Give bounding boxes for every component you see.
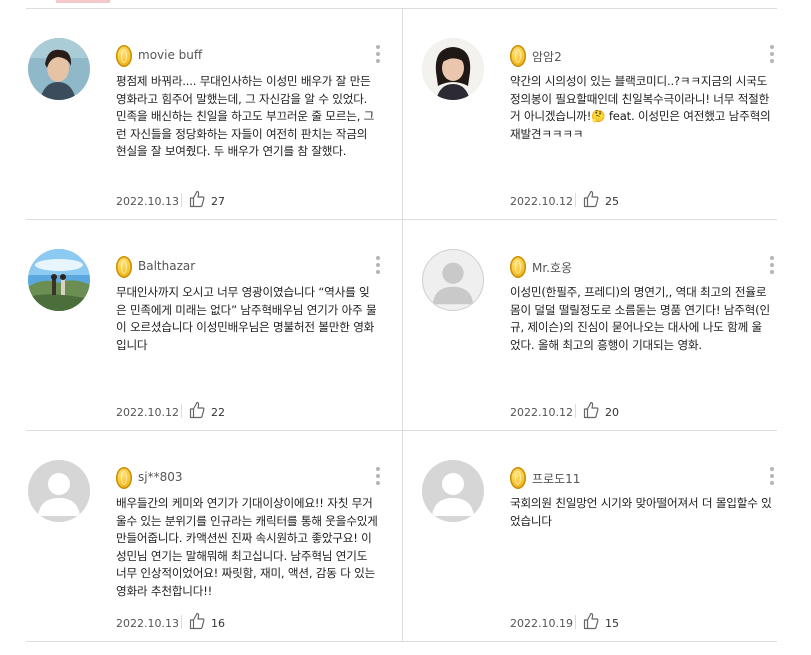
like-count: 25 [605, 195, 619, 208]
thumbs-up-icon[interactable] [189, 612, 205, 630]
review-text: 국회의원 친일망언 시기와 맞아떨어져서 더 몰입할수 있었습니다 [510, 496, 772, 528]
thumbs-up-icon[interactable] [583, 612, 599, 630]
gold-coin-icon [116, 467, 132, 489]
more-vertical-icon[interactable] [375, 467, 381, 487]
avatar[interactable] [422, 249, 484, 311]
gold-coin-icon [510, 45, 526, 67]
more-vertical-icon[interactable] [375, 256, 381, 276]
review-date: 2022.10.19 [510, 617, 573, 630]
separator [575, 615, 576, 629]
nickname[interactable]: Mr.호옹 [532, 259, 572, 276]
avatar[interactable] [28, 249, 90, 311]
like-count: 20 [605, 406, 619, 419]
more-vertical-icon[interactable] [769, 256, 775, 276]
review-text: 약간의 시의성이 있는 블랙코미디..?ㅋㅋ지금의 시국도 정의봉이 필요할때인… [510, 74, 771, 141]
column-divider [402, 8, 403, 641]
nickname[interactable]: sj**803 [138, 470, 183, 484]
active-tab-indicator [56, 0, 110, 3]
avatar[interactable] [28, 460, 90, 522]
review-date: 2022.10.12 [510, 195, 573, 208]
nickname[interactable]: Balthazar [138, 259, 195, 273]
gold-coin-icon [510, 467, 526, 489]
gold-coin-icon [116, 256, 132, 278]
thumbs-up-icon[interactable] [189, 190, 205, 208]
thumbs-up-icon[interactable] [583, 190, 599, 208]
gold-coin-icon [510, 256, 526, 278]
like-count: 15 [605, 617, 619, 630]
nickname[interactable]: 암암2 [532, 48, 562, 65]
separator [181, 615, 182, 629]
more-vertical-icon[interactable] [769, 467, 775, 487]
more-vertical-icon[interactable] [769, 45, 775, 65]
separator [181, 404, 182, 418]
more-vertical-icon[interactable] [375, 45, 381, 65]
review-card: movie buff 평점제 바꿔라.... 무대인사하는 이성민 배우가 잘 … [26, 15, 401, 225]
review-text: 배우들간의 케미와 연기가 기대이상이에요!! 자칫 무거울수 있는 분위기를 … [116, 496, 378, 598]
review-date: 2022.10.12 [116, 406, 179, 419]
like-count: 27 [211, 195, 225, 208]
separator [575, 193, 576, 207]
review-text: 평점제 바꿔라.... 무대인사하는 이성민 배우가 잘 만든 영화라고 힘주어… [116, 74, 375, 158]
review-card: 암암2 약간의 시의성이 있는 블랙코미디..?ㅋㅋ지금의 시국도 정의봉이 필… [420, 15, 795, 225]
review-card: Mr.호옹 이성민(한필주, 프레디)의 명연기,, 역대 최고의 전율로 몸이… [420, 226, 795, 436]
separator [575, 404, 576, 418]
review-text: 무대인사까지 오시고 너무 영광이였습니다 “역사를 잊은 민족에게 미래는 없… [116, 285, 377, 352]
thumbs-up-icon[interactable] [189, 401, 205, 419]
review-text: 이성민(한필주, 프레디)의 명연기,, 역대 최고의 전율로 몸이 덜덜 떨릴… [510, 285, 770, 352]
review-date: 2022.10.12 [510, 406, 573, 419]
like-count: 16 [211, 617, 225, 630]
like-count: 22 [211, 406, 225, 419]
avatar[interactable] [28, 38, 90, 100]
gold-coin-icon [116, 45, 132, 67]
review-date: 2022.10.13 [116, 195, 179, 208]
avatar[interactable] [422, 38, 484, 100]
thumbs-up-icon[interactable] [583, 401, 599, 419]
review-card: sj**803 배우들간의 케미와 연기가 기대이상이에요!! 자칫 무거울수 … [26, 437, 401, 647]
review-card: 프로도11 국회의원 친일망언 시기와 맞아떨어져서 더 몰입할수 있었습니다 … [420, 437, 795, 647]
avatar[interactable] [422, 460, 484, 522]
review-card: Balthazar 무대인사까지 오시고 너무 영광이였습니다 “역사를 잊은 … [26, 226, 401, 436]
nickname[interactable]: 프로도11 [532, 470, 580, 487]
review-date: 2022.10.13 [116, 617, 179, 630]
nickname[interactable]: movie buff [138, 48, 202, 62]
separator [181, 193, 182, 207]
